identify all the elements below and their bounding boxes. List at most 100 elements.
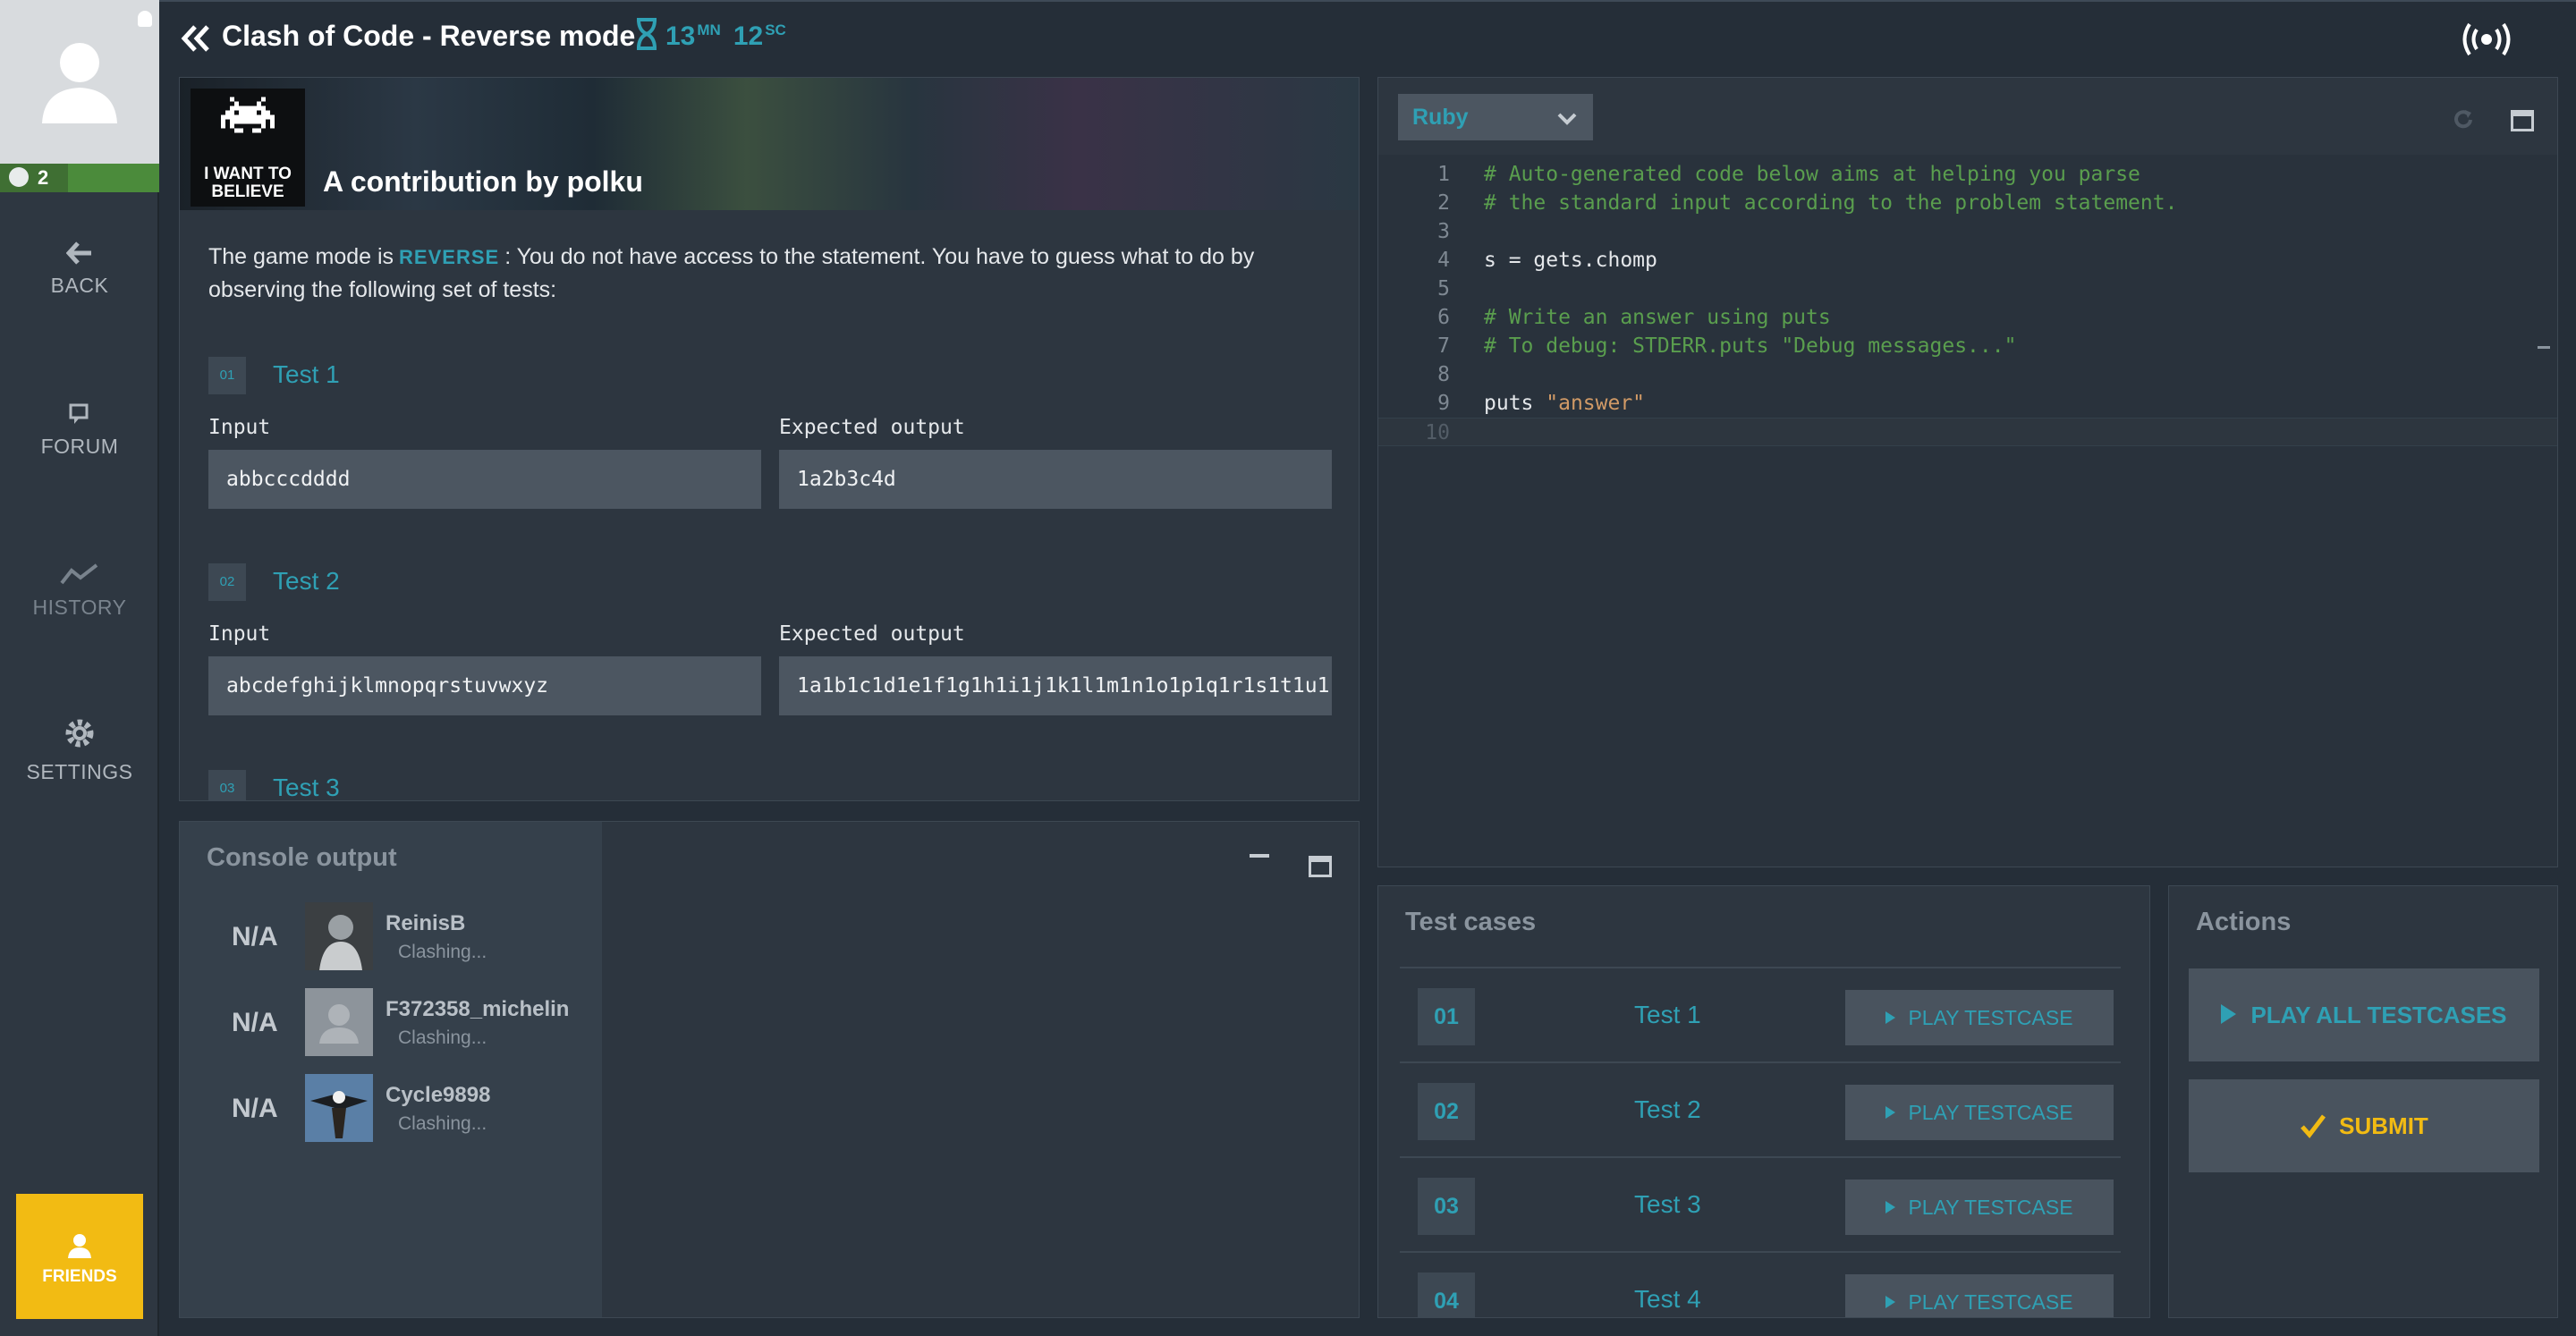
timer-seconds: 12 <box>733 21 764 51</box>
test-name: Test 2 <box>273 567 340 595</box>
language-select[interactable]: Ruby <box>1398 94 1593 140</box>
notification-bell-icon[interactable] <box>138 11 152 27</box>
nav-forum[interactable]: FORUM <box>0 402 159 459</box>
testcase-number: 03 <box>1418 1178 1475 1235</box>
play-icon <box>1885 1201 1896 1213</box>
testcase-row: 03 Test 3 PLAY TESTCASE <box>1400 1156 2121 1251</box>
user-avatar[interactable] <box>0 0 159 164</box>
double-chevron-left-icon[interactable] <box>181 23 211 54</box>
code-line: 6 # Write an answer using puts <box>1378 303 2557 332</box>
submit-button[interactable]: SUBMIT <box>2189 1079 2539 1172</box>
play-icon <box>2221 1004 2237 1024</box>
play-testcase-button[interactable]: PLAY TESTCASE <box>1845 1085 2114 1140</box>
line-text: s = gets.chomp <box>1484 249 1657 272</box>
game-mode-description: The game mode is REVERSE: You do not have… <box>208 241 1335 306</box>
code-area[interactable]: 1 # Auto-generated code below aims at hel… <box>1378 160 2557 446</box>
line-number: 3 <box>1437 220 1450 243</box>
friends-icon <box>68 1234 91 1258</box>
actions-title: Actions <box>2196 908 2292 936</box>
testcase-number: 04 <box>1418 1273 1475 1317</box>
editor-toolbar: Ruby <box>1378 78 2557 155</box>
player-avatar[interactable] <box>305 1074 373 1142</box>
code-line: 4 s = gets.chomp <box>1378 246 2557 275</box>
code-line-active[interactable]: 10 <box>1378 418 2557 446</box>
player-avatar[interactable] <box>305 902 373 970</box>
testcase-row: 04 Test 4 PLAY TESTCASE <box>1400 1251 2121 1317</box>
arrow-left-icon <box>66 241 91 265</box>
player-name: ReinisB <box>386 911 466 935</box>
nav-history-label: HISTORY <box>32 596 127 619</box>
test-cases-panel: Test cases 01 Test 1 PLAY TESTCASE 02 Te… <box>1377 885 2150 1318</box>
code-editor[interactable]: Ruby 1 # Auto-generated code below aims a… <box>1377 77 2558 867</box>
test-input-value: abcdefghijklmnopqrstuvwxyz <box>208 656 761 715</box>
line-text: # To debug: STDERR.puts "Debug messages.… <box>1484 334 2017 358</box>
player-score: N/A <box>232 1094 278 1123</box>
maximize-icon[interactable] <box>1309 856 1332 877</box>
testcase-row: 01 Test 1 PLAY TESTCASE <box>1400 967 2121 1061</box>
play-testcase-button[interactable]: PLAY TESTCASE <box>1845 1274 2114 1317</box>
play-icon <box>1885 1011 1896 1024</box>
play-testcase-button[interactable]: PLAY TESTCASE <box>1845 990 2114 1045</box>
line-number: 10 <box>1425 421 1450 444</box>
test-output-value: 1a1b1c1d1e1f1g1h1i1j1k1l1m1n1o1p1q1r1s1t… <box>779 656 1332 715</box>
line-number: 2 <box>1437 191 1450 215</box>
player-row: N/A ReinisB Clashing... <box>207 902 582 972</box>
player-row: N/A F372358_michelin Clashing... <box>207 988 582 1058</box>
testcase-row: 02 Test 2 PLAY TESTCASE <box>1400 1061 2121 1156</box>
player-avatar[interactable] <box>305 988 373 1056</box>
testcase-number: 01 <box>1418 988 1475 1045</box>
nav-forum-label: FORUM <box>40 435 119 458</box>
line-number: 9 <box>1437 392 1450 415</box>
test-number: 03 <box>208 770 246 800</box>
desc-before: The game mode is <box>208 244 394 269</box>
player-status: Clashing... <box>398 942 487 962</box>
testcase-number: 02 <box>1418 1083 1475 1140</box>
broadcast-icon[interactable] <box>2460 21 2513 57</box>
input-label: Input <box>208 622 271 646</box>
space-invader-icon <box>221 97 275 133</box>
line-number: 8 <box>1437 363 1450 386</box>
nav-settings-label: SETTINGS <box>26 760 133 783</box>
testcase-name: Test 4 <box>1634 1285 1701 1313</box>
friends-label: FRIENDS <box>42 1267 117 1286</box>
player-name: Cycle9898 <box>386 1083 491 1107</box>
friends-button[interactable]: FRIENDS <box>16 1194 143 1319</box>
line-text: # Auto-generated code below aims at help… <box>1484 163 2140 186</box>
line-number: 6 <box>1437 306 1450 329</box>
test-output-value: 1a2b3c4d <box>779 450 1332 509</box>
player-score: N/A <box>232 922 278 951</box>
console-players-list: Console output N/A ReinisB Clashing... N… <box>180 822 602 1317</box>
nav-settings[interactable]: SETTINGS <box>0 715 159 784</box>
forum-icon <box>69 403 89 424</box>
play-testcase-button[interactable]: PLAY TESTCASE <box>1845 1180 2114 1235</box>
reset-code-icon[interactable] <box>2452 108 2475 131</box>
console-panel: Console output N/A ReinisB Clashing... N… <box>179 821 1360 1318</box>
nav-back[interactable]: BACK <box>0 241 159 298</box>
clash-timer: 13 MN 12 SC <box>635 18 799 52</box>
test-input-value: abbcccdddd <box>208 450 761 509</box>
code-line: 5 <box>1378 275 2557 303</box>
hourglass-icon <box>637 18 657 50</box>
code-line: 3 <box>1378 217 2557 246</box>
test-cases-title: Test cases <box>1405 908 1537 936</box>
string-literal: "answer" <box>1546 392 1646 415</box>
minimize-icon[interactable] <box>1250 854 1269 858</box>
code-line: 9 puts "answer" <box>1378 389 2557 418</box>
output-label: Expected output <box>779 416 965 439</box>
gear-icon <box>65 719 94 748</box>
statement-panel: I WANT TO BELIEVE A contribution by polku… <box>179 77 1360 801</box>
play-testcase-label: PLAY TESTCASE <box>1908 1196 2073 1219</box>
play-all-testcases-button[interactable]: PLAY ALL TESTCASES <box>2189 968 2539 1061</box>
console-title: Console output <box>207 843 397 872</box>
play-icon <box>1885 1106 1896 1119</box>
maximize-icon[interactable] <box>2511 110 2534 131</box>
game-mode: REVERSE <box>399 246 500 268</box>
chevron-down-icon <box>1557 113 1577 125</box>
scroll-marker <box>2538 346 2550 349</box>
badge-text-line2: BELIEVE <box>211 182 284 201</box>
checkmark-icon <box>2301 1114 2326 1138</box>
code-line: 1 # Auto-generated code below aims at hel… <box>1378 160 2557 189</box>
default-avatar-icon <box>42 43 117 123</box>
nav-history[interactable]: HISTORY <box>0 562 159 620</box>
code-line: 7 # To debug: STDERR.puts "Debug messages… <box>1378 332 2557 360</box>
